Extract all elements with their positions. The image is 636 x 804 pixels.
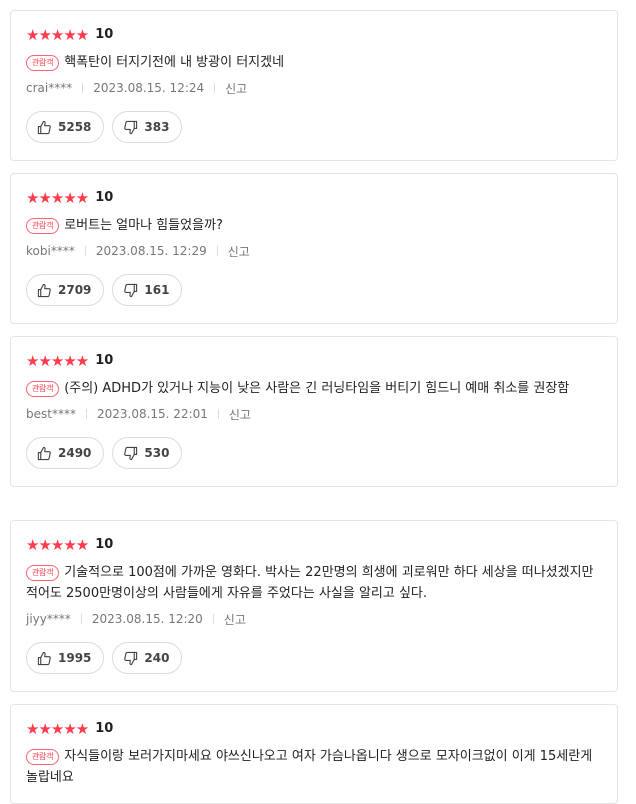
review-user: kobi**** bbox=[26, 244, 75, 258]
thumbs-up-icon bbox=[37, 651, 51, 665]
viewer-badge: 관람객 bbox=[26, 55, 60, 71]
report-link[interactable]: 신고 bbox=[225, 80, 247, 97]
review-meta: best**** 2023.08.15. 22:01 신고 bbox=[26, 405, 602, 423]
review-text: 로버트는 얼마나 힘들었을까? bbox=[64, 218, 223, 233]
divider bbox=[216, 246, 218, 256]
dislike-button[interactable]: 240 bbox=[112, 642, 183, 674]
rating-score: 10 bbox=[95, 721, 114, 736]
review-date: 2023.08.15. 12:24 bbox=[93, 81, 205, 95]
review-date: 2023.08.15. 22:01 bbox=[96, 407, 208, 421]
divider bbox=[84, 246, 86, 256]
rating-stars: ★★★★★ bbox=[26, 189, 89, 207]
report-link[interactable]: 신고 bbox=[229, 406, 251, 423]
report-link[interactable]: 신고 bbox=[224, 611, 246, 628]
rating-stars: ★★★★★ bbox=[26, 536, 89, 554]
rating-score: 10 bbox=[95, 190, 114, 205]
divider bbox=[82, 83, 84, 93]
viewer-badge: 관람객 bbox=[26, 749, 60, 765]
review-user: crai**** bbox=[26, 81, 73, 95]
thumbs-down-icon bbox=[124, 651, 138, 665]
dislike-button[interactable]: 530 bbox=[112, 437, 183, 469]
viewer-badge: 관람객 bbox=[26, 381, 60, 397]
dislike-button[interactable]: 161 bbox=[112, 274, 183, 306]
review-meta: kobi**** 2023.08.15. 12:29 신고 bbox=[26, 242, 602, 260]
viewer-badge: 관람객 bbox=[26, 218, 60, 234]
divider bbox=[80, 614, 82, 624]
divider bbox=[85, 409, 87, 419]
rating-row: ★★★★★ 10 bbox=[26, 352, 602, 370]
review-body: 관람객 핵폭탄이 터지기전에 내 방광이 터지겠네 bbox=[26, 52, 602, 73]
vote-row: 2490 530 bbox=[26, 437, 602, 486]
divider bbox=[212, 614, 214, 624]
dislike-count: 530 bbox=[144, 446, 170, 460]
review-body: 관람객 자식들이랑 보러가지마세요 야쓰신나오고 여자 가슴나옵니다 생으로 모자… bbox=[26, 746, 602, 788]
thumbs-down-icon bbox=[124, 120, 138, 134]
thumbs-up-icon bbox=[37, 446, 51, 460]
thumbs-down-icon bbox=[124, 283, 138, 297]
review-card: ★★★★★ 10 관람객 자식들이랑 보러가지마세요 야쓰신나오고 여자 가슴나옵… bbox=[10, 704, 618, 804]
like-count: 1995 bbox=[58, 651, 92, 665]
divider bbox=[217, 409, 219, 419]
review-date: 2023.08.15. 12:29 bbox=[95, 244, 207, 258]
review-body: 관람객 (주의) ADHD가 있거나 지능이 낮은 사람은 긴 러닝타임을 버티기… bbox=[26, 378, 602, 399]
rating-row: ★★★★★ 10 bbox=[26, 189, 602, 207]
dislike-count: 161 bbox=[144, 283, 170, 297]
rating-score: 10 bbox=[95, 27, 114, 42]
review-card: ★★★★★ 10 관람객 로버트는 얼마나 힘들었을까? kobi**** 202… bbox=[10, 173, 618, 324]
review-card: ★★★★★ 10 관람객 (주의) ADHD가 있거나 지능이 낮은 사람은 긴 … bbox=[10, 336, 618, 487]
review-user: jiyy**** bbox=[26, 612, 71, 626]
dislike-count: 240 bbox=[144, 651, 170, 665]
review-body: 관람객 로버트는 얼마나 힘들었을까? bbox=[26, 215, 602, 236]
like-count: 2490 bbox=[58, 446, 92, 460]
review-user: best**** bbox=[26, 407, 76, 421]
review-meta: jiyy**** 2023.08.15. 12:20 신고 bbox=[26, 610, 602, 628]
review-text: 핵폭탄이 터지기전에 내 방광이 터지겠네 bbox=[64, 55, 285, 70]
rating-stars: ★★★★★ bbox=[26, 352, 89, 370]
like-button[interactable]: 1995 bbox=[26, 642, 105, 674]
thumbs-down-icon bbox=[124, 446, 138, 460]
dislike-count: 383 bbox=[144, 120, 170, 134]
rating-score: 10 bbox=[95, 537, 114, 552]
review-card: ★★★★★ 10 관람객 핵폭탄이 터지기전에 내 방광이 터지겠네 crai**… bbox=[10, 10, 618, 161]
review-date: 2023.08.15. 12:20 bbox=[91, 612, 203, 626]
review-text: (주의) ADHD가 있거나 지능이 낮은 사람은 긴 러닝타임을 버티기 힘드… bbox=[64, 381, 570, 396]
review-text: 기술적으로 100점에 가까운 영화다. 박사는 22만명의 희생에 괴로워만 … bbox=[26, 565, 594, 601]
vote-row: 1995 240 bbox=[26, 642, 602, 691]
viewer-badge: 관람객 bbox=[26, 565, 60, 581]
thumbs-up-icon bbox=[37, 120, 51, 134]
review-text: 자식들이랑 보러가지마세요 야쓰신나오고 여자 가슴나옵니다 생으로 모자이크없… bbox=[26, 749, 593, 785]
like-button[interactable]: 5258 bbox=[26, 111, 105, 143]
divider bbox=[214, 83, 216, 93]
like-button[interactable]: 2490 bbox=[26, 437, 105, 469]
rating-stars: ★★★★★ bbox=[26, 26, 89, 44]
vote-row: 5258 383 bbox=[26, 111, 602, 160]
like-count: 5258 bbox=[58, 120, 92, 134]
report-link[interactable]: 신고 bbox=[228, 243, 250, 260]
rating-row: ★★★★★ 10 bbox=[26, 536, 602, 554]
rating-row: ★★★★★ 10 bbox=[26, 26, 602, 44]
like-count: 2709 bbox=[58, 283, 92, 297]
review-meta: crai**** 2023.08.15. 12:24 신고 bbox=[26, 79, 602, 97]
review-list: ★★★★★ 10 관람객 핵폭탄이 터지기전에 내 방광이 터지겠네 crai**… bbox=[0, 0, 636, 804]
review-card: ★★★★★ 10 관람객 기술적으로 100점에 가까운 영화다. 박사는 22만… bbox=[10, 520, 618, 692]
vote-row: 2709 161 bbox=[26, 274, 602, 323]
dislike-button[interactable]: 383 bbox=[112, 111, 183, 143]
review-body: 관람객 기술적으로 100점에 가까운 영화다. 박사는 22만명의 희생에 괴로… bbox=[26, 562, 602, 604]
like-button[interactable]: 2709 bbox=[26, 274, 105, 306]
rating-stars: ★★★★★ bbox=[26, 720, 89, 738]
rating-score: 10 bbox=[95, 353, 114, 368]
rating-row: ★★★★★ 10 bbox=[26, 720, 602, 738]
thumbs-up-icon bbox=[37, 283, 51, 297]
